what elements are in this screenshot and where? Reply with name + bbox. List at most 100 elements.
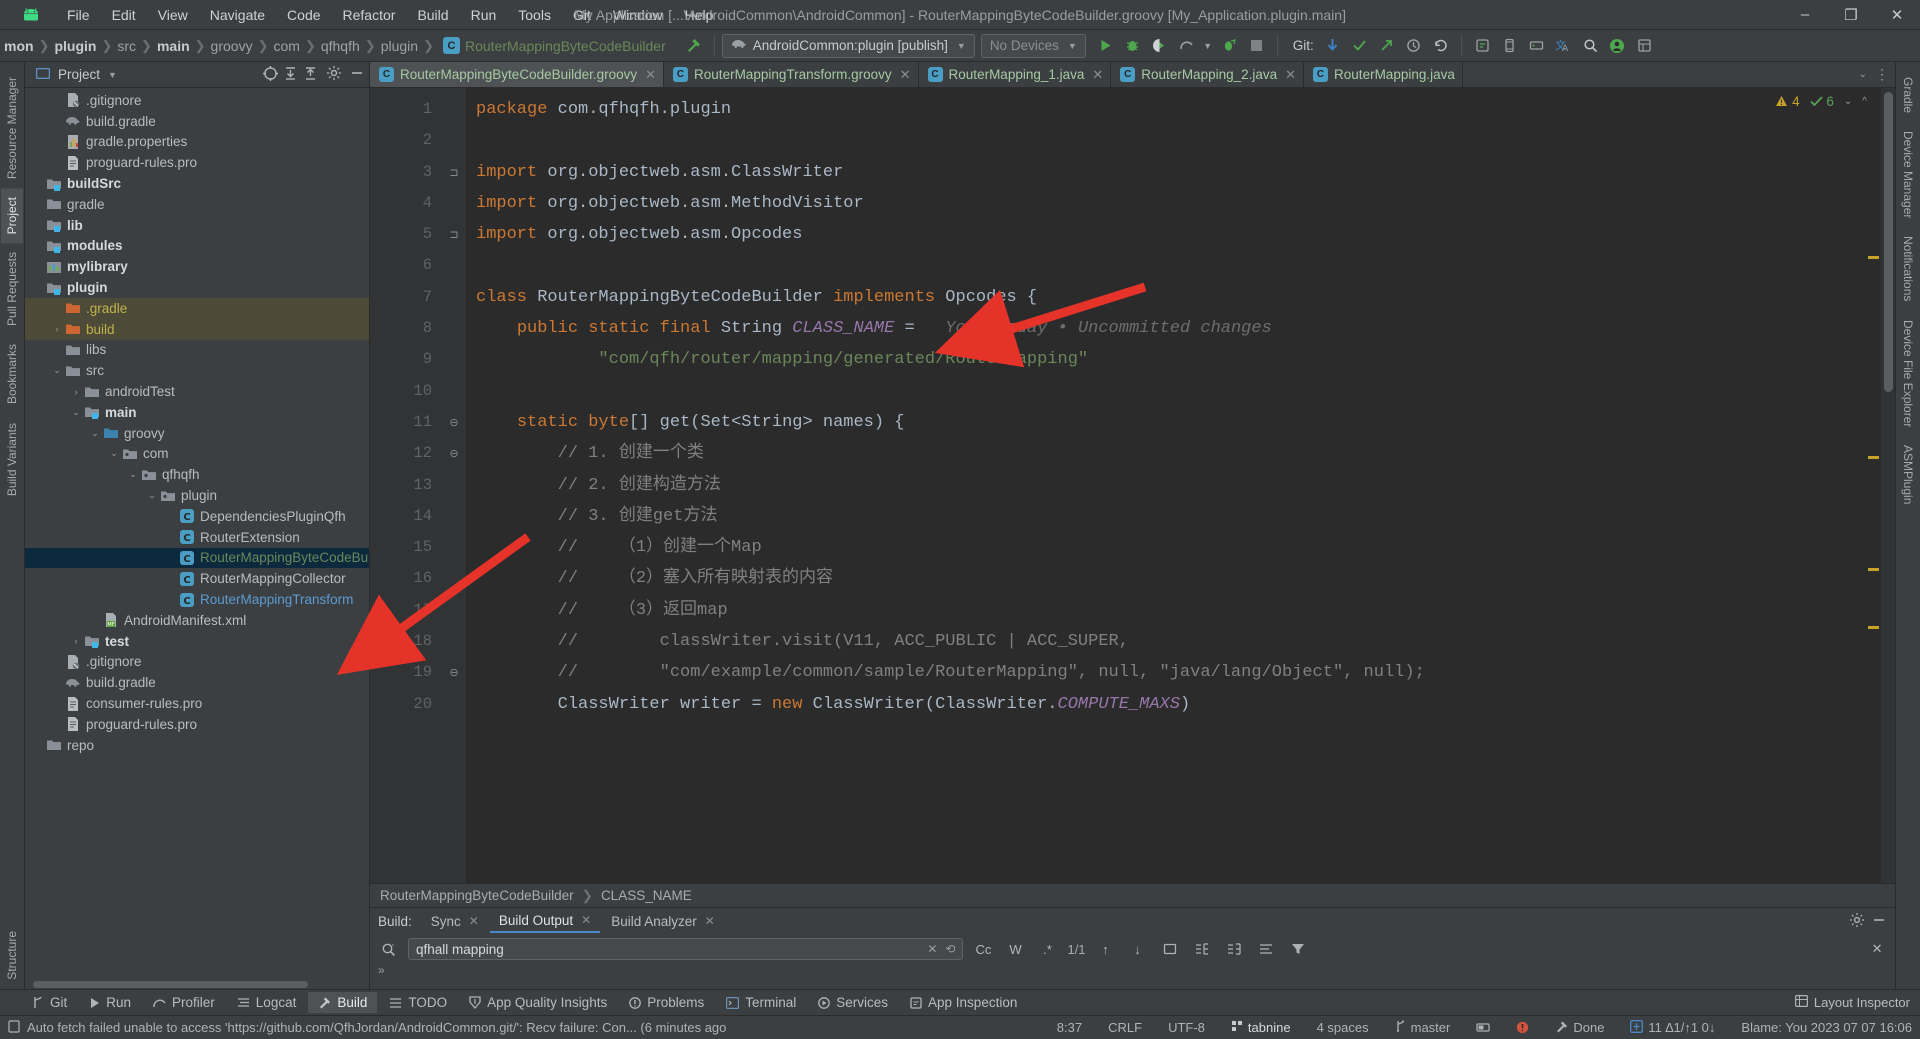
code-line[interactable]: "com/qfh/router/mapping/generated/Router… <box>466 344 1895 375</box>
tree-node-com[interactable]: ⌄ com <box>25 444 369 465</box>
project-settings-icon[interactable] <box>326 65 342 84</box>
tree-node-lib[interactable]: lib <box>25 215 369 236</box>
account-icon[interactable] <box>1604 33 1631 59</box>
rail-tab-device-file-explorer[interactable]: Device File Explorer <box>1897 311 1919 436</box>
tree-node-proguard-rules-pro[interactable]: proguard-rules.pro <box>25 152 369 173</box>
rail-tab-gradle[interactable]: Gradle <box>1897 68 1919 122</box>
code-line[interactable]: // 1. 创建一个类 <box>466 438 1895 469</box>
chevron-down-icon[interactable]: ⌄ <box>50 365 64 376</box>
code-line[interactable]: // （3）返回map <box>466 595 1895 626</box>
line-number[interactable]: 18 <box>370 626 442 657</box>
fold-marker[interactable]: ⊐ <box>442 219 466 250</box>
menu-item-view[interactable]: View <box>147 4 199 26</box>
code-content[interactable]: package com.qfhqfh.plugin import org.obj… <box>466 88 1895 883</box>
breadcrumb-item[interactable]: mon <box>2 38 36 54</box>
tree-node-plugin[interactable]: ⌄ plugin <box>25 485 369 506</box>
editor-breadcrumb-field[interactable]: CLASS_NAME <box>601 888 692 903</box>
file-encoding[interactable]: UTF-8 <box>1168 1020 1205 1035</box>
regex-toggle[interactable]: .* <box>1035 938 1059 960</box>
close-icon[interactable]: ✕ <box>581 913 591 927</box>
menu-item-navigate[interactable]: Navigate <box>199 4 276 26</box>
profile-icon[interactable] <box>1173 33 1200 59</box>
tree-node-build-gradle[interactable]: build.gradle <box>25 672 369 693</box>
tree-node-src[interactable]: ⌄ src <box>25 360 369 381</box>
breadcrumb-current-file[interactable]: C RouterMappingByteCodeBuilder <box>441 37 668 54</box>
right-tool-rail[interactable]: Gradle Device Manager Notifications Devi… <box>1895 62 1920 989</box>
maximize-button[interactable]: ❐ <box>1828 0 1874 30</box>
tool-tab-app-inspection[interactable]: App Inspection <box>900 992 1027 1013</box>
tree-node-plugin[interactable]: plugin <box>25 277 369 298</box>
menu-item-run[interactable]: Run <box>460 4 508 26</box>
tool-tab-profiler[interactable]: Profiler <box>143 992 225 1013</box>
chevron-right-icon[interactable]: › <box>50 324 64 334</box>
tool-tab-layout-inspector[interactable]: Layout Inspector <box>1794 995 1910 1010</box>
tab-list-chevron-icon[interactable]: ⌄ <box>1859 69 1867 80</box>
menu-item-help[interactable]: Help <box>674 4 725 26</box>
chevron-down-icon[interactable]: ▼ <box>108 70 117 80</box>
line-number[interactable]: 12 <box>370 438 442 469</box>
match-case-toggle[interactable]: Cc <box>971 938 995 960</box>
tree-node-build-gradle[interactable]: build.gradle <box>25 111 369 132</box>
tree-node-build[interactable]: › build <box>25 318 369 340</box>
editor-tab-bar[interactable]: C RouterMappingByteCodeBuilder.groovy ✕ … <box>370 62 1895 88</box>
inspection-chevron-icon[interactable]: ⌄ <box>1844 96 1852 107</box>
status-message[interactable]: Auto fetch failed unable to access 'http… <box>8 1019 726 1036</box>
tool-tab-app-quality-insights[interactable]: App Quality Insights <box>459 992 617 1013</box>
main-menu[interactable]: File Edit View Navigate Code Refactor Bu… <box>56 4 724 26</box>
error-stripe-mark[interactable] <box>1868 256 1879 259</box>
tree-node-androidtest[interactable]: › androidTest <box>25 381 369 402</box>
rail-tab-device-manager[interactable]: Device Manager <box>1897 122 1919 227</box>
soft-wrap-icon[interactable] <box>1254 938 1278 960</box>
rail-tab-build-variants[interactable]: Build Variants <box>1 414 23 505</box>
breadcrumb-item[interactable]: plugin <box>52 38 98 54</box>
line-number[interactable]: 1 <box>370 94 442 125</box>
tree-node-dependenciespluginqfh[interactable]: C DependenciesPluginQfh <box>25 506 369 527</box>
rail-tab-pull-requests[interactable]: Pull Requests <box>1 243 23 335</box>
inspection-collapse-icon[interactable]: ^ <box>1862 96 1867 107</box>
code-line[interactable]: package com.qfhqfh.plugin <box>466 94 1895 125</box>
code-line[interactable] <box>466 125 1895 156</box>
bottom-tool-bar[interactable]: Git Run Profiler Logcat Build TODO App Q… <box>0 989 1920 1015</box>
line-number[interactable]: 19 <box>370 657 442 688</box>
breadcrumb-item[interactable]: src <box>115 38 138 54</box>
chevron-down-icon[interactable]: ⌄ <box>88 428 102 439</box>
caret-position[interactable]: 8:37 <box>1057 1020 1082 1035</box>
collapse-all-icon[interactable] <box>302 65 319 85</box>
chevron-down-icon[interactable]: ▼ <box>1200 33 1216 59</box>
select-opened-file-icon[interactable] <box>262 65 279 85</box>
tree-node-androidmanifest-xml[interactable]: MF AndroidManifest.xml <box>25 610 369 631</box>
tree-node-gradle-properties[interactable]: gradle.properties <box>25 132 369 153</box>
breadcrumb-item[interactable]: main <box>155 38 192 54</box>
rail-tab-resource-manager[interactable]: Resource Manager <box>1 68 23 188</box>
tool-tab-build[interactable]: Build <box>308 992 378 1013</box>
tree-node-libs[interactable]: libs <box>25 340 369 361</box>
fold-marker[interactable]: ⊖ <box>442 407 466 438</box>
tree-node-mylibrary[interactable]: mylibrary <box>25 256 369 277</box>
code-line[interactable]: ClassWriter writer = new ClassWriter(Cla… <box>466 689 1895 720</box>
vcs-counters[interactable]: 11 ∆1/↑1 0↓ <box>1630 1019 1715 1036</box>
tool-tab-todo[interactable]: TODO <box>379 992 457 1013</box>
line-number[interactable]: 6 <box>370 250 442 281</box>
project-file-tree[interactable]: .gitignore build.gradle gradle.properties p… <box>25 88 369 980</box>
menu-item-tools[interactable]: Tools <box>507 4 562 26</box>
project-horizontal-scrollbar[interactable] <box>25 980 369 989</box>
editor-tab-routermapping-2[interactable]: C RouterMapping_2.java ✕ <box>1111 62 1305 87</box>
hide-panel-icon[interactable] <box>349 65 365 84</box>
scrollbar-thumb[interactable] <box>1884 92 1893 392</box>
close-tab-icon[interactable]: ✕ <box>645 67 656 83</box>
app-inspection-icon[interactable] <box>1469 33 1496 59</box>
line-number[interactable]: 17 <box>370 595 442 626</box>
tool-tab-run[interactable]: Run <box>79 992 141 1013</box>
line-number[interactable]: 20 <box>370 689 442 720</box>
run-coverage-icon[interactable] <box>1146 33 1173 59</box>
error-indicator-icon[interactable] <box>1516 1021 1529 1034</box>
expand-more-icon[interactable]: » <box>378 963 385 977</box>
inspection-widget[interactable]: 4 6 ⌄ ^ <box>1775 94 1867 109</box>
breadcrumb-item[interactable]: plugin <box>379 38 420 54</box>
line-number[interactable]: 2 <box>370 125 442 156</box>
editor-tab-routermapping-1[interactable]: C RouterMapping_1.java ✕ <box>919 62 1112 87</box>
close-icon[interactable]: ✕ <box>469 914 479 928</box>
editor-options-icon[interactable]: ⋮ <box>1875 66 1889 83</box>
device-manager-icon[interactable] <box>1496 33 1523 59</box>
line-number[interactable]: 10 <box>370 376 442 407</box>
